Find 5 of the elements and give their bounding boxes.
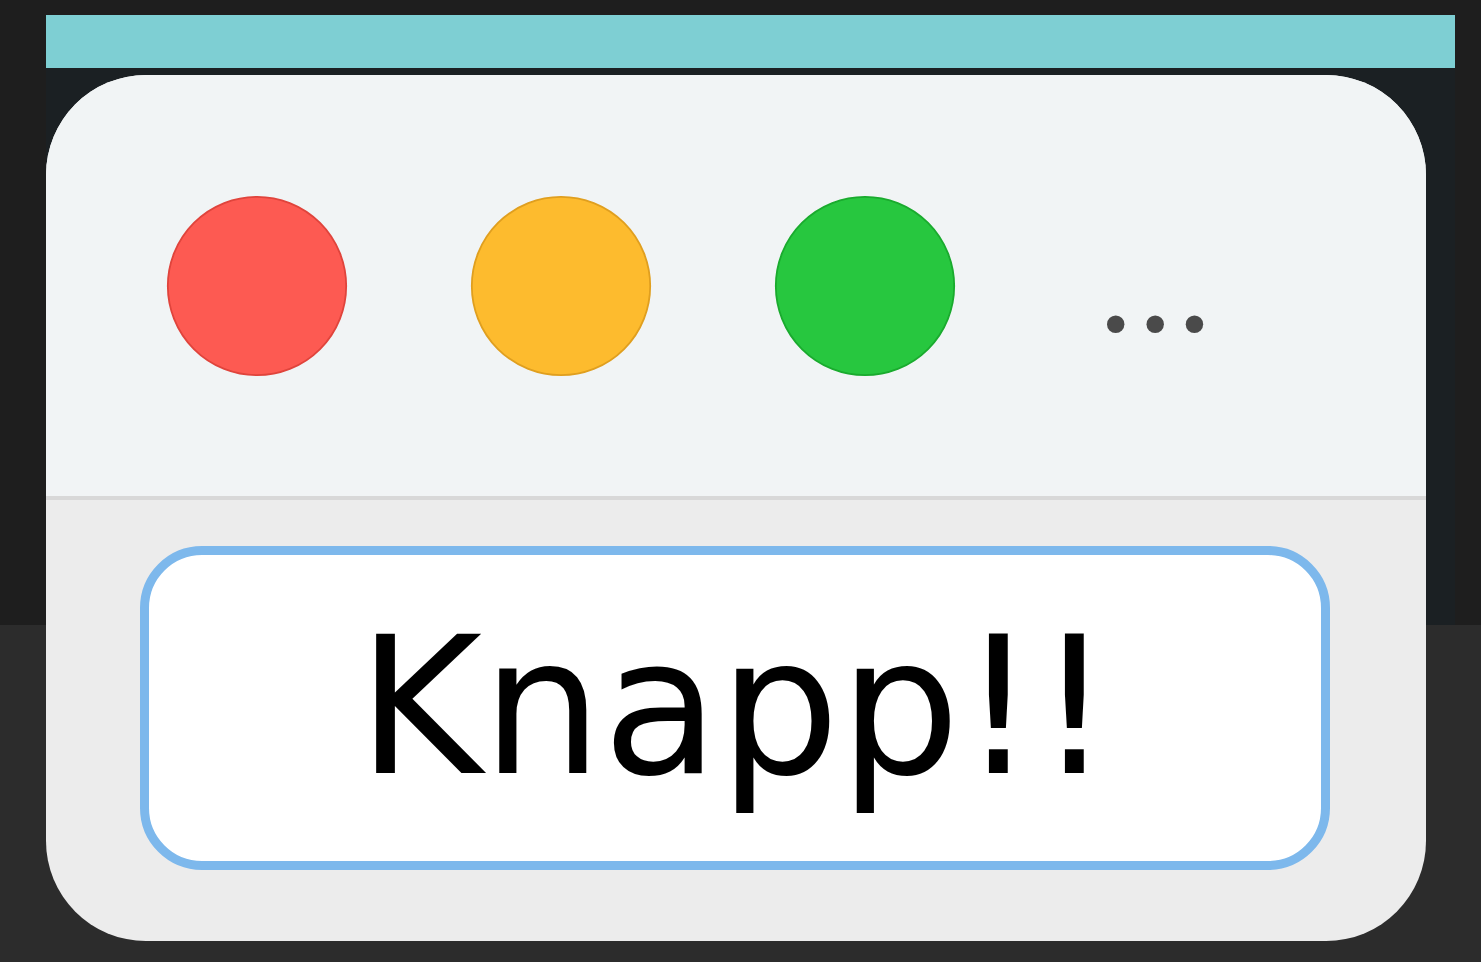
action-button[interactable]: Knapp!! — [140, 546, 1330, 870]
zoom-icon[interactable] — [774, 194, 956, 377]
minimize-icon[interactable] — [470, 194, 652, 377]
more-menu[interactable]: ••• — [1098, 295, 1217, 356]
close-icon[interactable] — [166, 194, 348, 377]
